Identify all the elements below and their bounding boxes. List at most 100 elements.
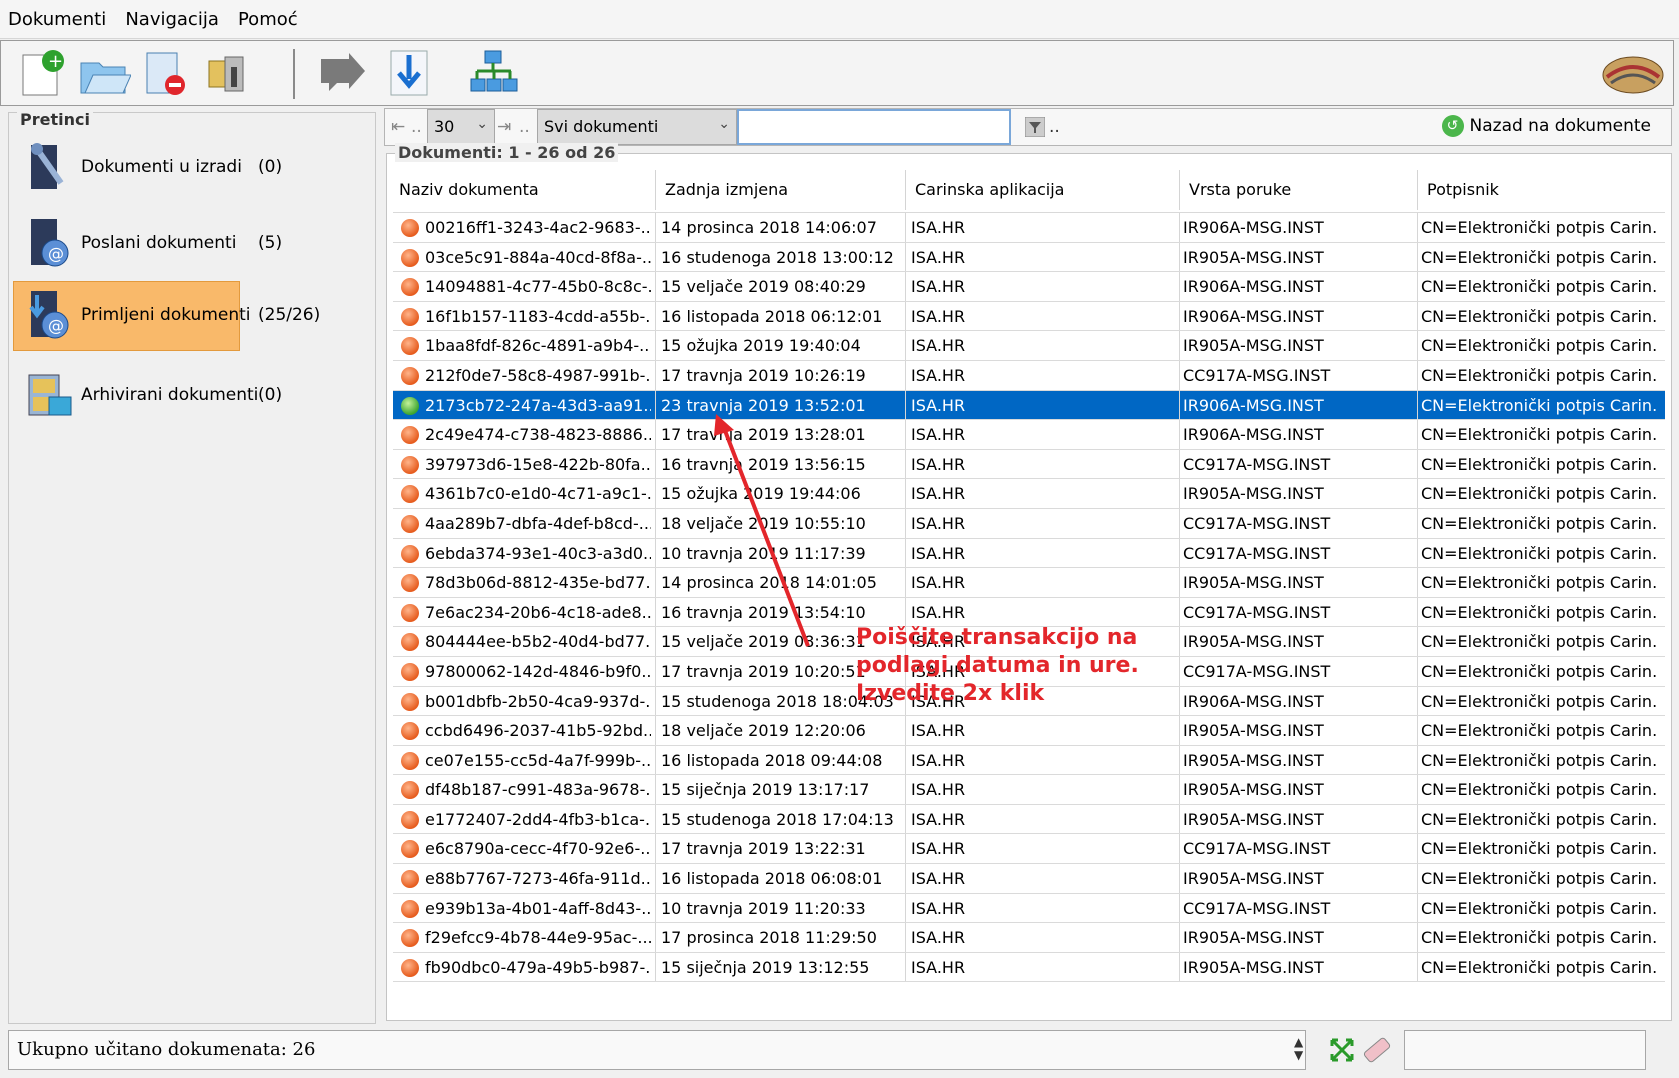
table-row[interactable]: 4aa289b7-dbfa-4def-b8cd-... 18 veljače 20… <box>393 508 1665 539</box>
table-row[interactable]: e1772407-2dd4-4fb3-b1ca-... 15 studenoga … <box>393 804 1665 835</box>
cell-divider <box>905 834 906 864</box>
cell-divider <box>1417 213 1418 242</box>
status-unread-icon <box>401 751 419 770</box>
table-row[interactable]: df48b187-c991-483a-9678-... 15 siječnja 2… <box>393 775 1665 805</box>
table-row[interactable]: 6ebda374-93e1-40c3-a3d0... 10 travnja 201… <box>393 538 1665 569</box>
next-more[interactable]: .. <box>519 117 530 137</box>
cell-name: 7e6ac234-20b6-4c18-ade8... <box>425 602 651 622</box>
table-row[interactable]: e6c8790a-cecc-4f70-92e6-... 17 travnja 20… <box>393 834 1665 865</box>
expand-icon <box>1330 1038 1354 1062</box>
cell-date: 23 travnja 2019 13:52:01 <box>661 395 866 415</box>
column-divider[interactable] <box>905 170 906 210</box>
cell-app: ISA.HR <box>911 839 966 859</box>
table-row[interactable]: 78d3b06d-8812-435e-bd77... 14 prosinca 20… <box>393 568 1665 598</box>
folders-title: Pretinci <box>17 110 93 129</box>
cell-divider <box>655 213 656 242</box>
cell-signer: CN=Elektronički potpis Carin... <box>1421 218 1657 237</box>
cell-date: 14 prosinca 2018 14:06:07 <box>661 218 877 237</box>
cell-divider <box>655 242 656 272</box>
table-row[interactable]: 2173cb72-247a-43d3-aa91... 23 travnja 201… <box>393 390 1665 421</box>
table-row[interactable]: e939b13a-4b01-4aff-8d43-... 10 travnja 20… <box>393 893 1665 924</box>
cell-type: IR906A-MSG.INST <box>1183 691 1324 711</box>
cell-app: ISA.HR <box>911 898 966 918</box>
table-row[interactable]: fb90dbc0-479a-49b5-b987-... 15 siječnja 2… <box>393 952 1665 983</box>
open-folder-icon[interactable] <box>77 47 132 99</box>
page-size-select[interactable]: 30 ⌄ <box>427 109 495 145</box>
column-header-vrsta-poruke[interactable]: Vrsta poruke <box>1189 180 1291 199</box>
folder-poslani-dokumenti[interactable]: @ Poslani dokumenti (5) <box>13 209 363 279</box>
cell-type: IR905A-MSG.INST <box>1183 869 1324 889</box>
cell-name: 00216ff1-3243-4ac2-9683-... <box>425 218 651 237</box>
cell-type: IR905A-MSG.INST <box>1183 336 1324 356</box>
cell-divider <box>655 508 656 538</box>
delete-document-icon[interactable] <box>141 47 195 99</box>
folder-arhivirani-dokumenti[interactable]: Arhivirani dokumenti (0) <box>13 361 363 431</box>
table-row[interactable]: 1baa8fdf-826c-4891-a9b4-... 15 ožujka 201… <box>393 331 1665 361</box>
network-icon[interactable] <box>467 47 521 99</box>
column-divider[interactable] <box>655 170 656 210</box>
spinner-icon[interactable]: ▲ ▼ <box>1294 1036 1303 1062</box>
download-icon[interactable] <box>387 47 441 99</box>
forward-icon[interactable] <box>315 47 369 99</box>
back-label: Nazad na dokumente <box>1469 116 1651 136</box>
next-page-icon[interactable]: ⇥ <box>497 117 511 137</box>
table-row[interactable]: 212f0de7-58c8-4987-991b-... 17 travnja 20… <box>393 360 1665 391</box>
cell-app: ISA.HR <box>911 809 966 829</box>
filter-icon[interactable] <box>1024 116 1046 138</box>
table-row[interactable]: 14094881-4c77-45b0-8c8c-... 15 veljače 20… <box>393 272 1665 302</box>
cell-divider <box>1179 775 1180 804</box>
menu-dokumenti[interactable]: Dokumenti <box>8 0 106 40</box>
cell-divider <box>1179 242 1180 272</box>
column-header-naziv[interactable]: Naziv dokumenta <box>399 180 539 199</box>
column-header-zadnja-izmjena[interactable]: Zadnja izmjena <box>665 180 788 199</box>
sent-mail-icon: @ <box>21 215 75 271</box>
cell-signer: CN=Elektronički potpis Carin... <box>1421 513 1657 533</box>
table-row[interactable]: e88b7767-7273-46fa-911d... 16 listopada 2… <box>393 864 1665 894</box>
table-row[interactable]: 00216ff1-3243-4ac2-9683-... 14 prosinca 2… <box>393 213 1665 243</box>
column-divider[interactable] <box>1417 170 1418 210</box>
archive-icon[interactable] <box>205 47 259 99</box>
table-row[interactable]: 7e6ac234-20b6-4c18-ade8... 16 travnja 201… <box>393 597 1665 628</box>
first-page-icon[interactable]: ⇤ <box>391 117 405 137</box>
table-row[interactable]: 397973d6-15e8-422b-80fa... 16 travnja 201… <box>393 449 1665 480</box>
back-to-documents-button[interactable]: ↺ Nazad na dokumente <box>1441 115 1651 137</box>
column-divider[interactable] <box>1179 170 1180 210</box>
folder-primljeni-dokumenti[interactable]: @ Primljeni dokumenti (25/26) <box>13 281 363 351</box>
cell-divider <box>905 213 906 242</box>
table-row[interactable]: 2c49e474-c738-4823-8886... 17 travnja 201… <box>393 420 1665 450</box>
folder-count: (0) <box>258 385 283 405</box>
archive-cabinet-icon <box>21 367 75 423</box>
table-row[interactable]: 4361b7c0-e1d0-4c71-a9c1-... 15 ožujka 201… <box>393 479 1665 509</box>
cell-name: df48b187-c991-483a-9678-... <box>425 780 651 800</box>
table-row[interactable]: f29efcc9-4b78-44e9-95ac-... 17 prosinca 2… <box>393 923 1665 953</box>
document-filter-select[interactable]: Svi dokumenti ⌄ <box>537 109 737 145</box>
back-arrow-icon: ↺ <box>1441 115 1464 137</box>
status-unread-icon <box>401 574 419 593</box>
cell-divider <box>1417 360 1418 390</box>
cell-name: e88b7767-7273-46fa-911d... <box>425 869 651 889</box>
table-row[interactable]: 16f1b157-1183-4cdd-a55b-... 16 listopada … <box>393 301 1665 332</box>
menu-navigacija[interactable]: Navigacija <box>125 0 219 40</box>
prev-more[interactable]: .. <box>411 117 422 137</box>
table-row[interactable]: 03ce5c91-884a-40cd-8f8a-... 16 studenoga … <box>393 242 1665 273</box>
cell-name: 14094881-4c77-45b0-8c8c-... <box>425 277 651 297</box>
column-header-carinska-aplikacija[interactable]: Carinska aplikacija <box>915 180 1064 199</box>
filter-more[interactable]: .. <box>1049 117 1060 137</box>
status-unread-icon <box>401 692 419 711</box>
cell-name: ce07e155-cc5d-4a7f-999b-... <box>425 750 651 770</box>
cell-signer: CN=Elektronički potpis Carin... <box>1421 395 1657 415</box>
folder-dokumenti-u-izradi[interactable]: Dokumenti u izradi (0) <box>13 133 363 203</box>
cell-date: 18 veljače 2019 10:55:10 <box>661 513 866 533</box>
search-input[interactable] <box>737 109 1011 145</box>
cell-type: IR905A-MSG.INST <box>1183 957 1324 977</box>
column-header-potpisnik[interactable]: Potpisnik <box>1427 180 1499 199</box>
new-document-icon[interactable]: + <box>17 47 71 99</box>
cell-divider <box>1417 301 1418 331</box>
table-row[interactable]: ce07e155-cc5d-4a7f-999b-... 16 listopada … <box>393 745 1665 776</box>
cell-signer: CN=Elektronički potpis Carin... <box>1421 247 1657 267</box>
cell-divider <box>1417 479 1418 508</box>
table-row[interactable]: ccbd6496-2037-41b5-92bd... 18 veljače 201… <box>393 716 1665 746</box>
menu-pomoc[interactable]: Pomoć <box>238 0 298 40</box>
folder-label: Poslani dokumenti <box>81 233 237 253</box>
cell-date: 16 travnja 2019 13:56:15 <box>661 454 866 474</box>
